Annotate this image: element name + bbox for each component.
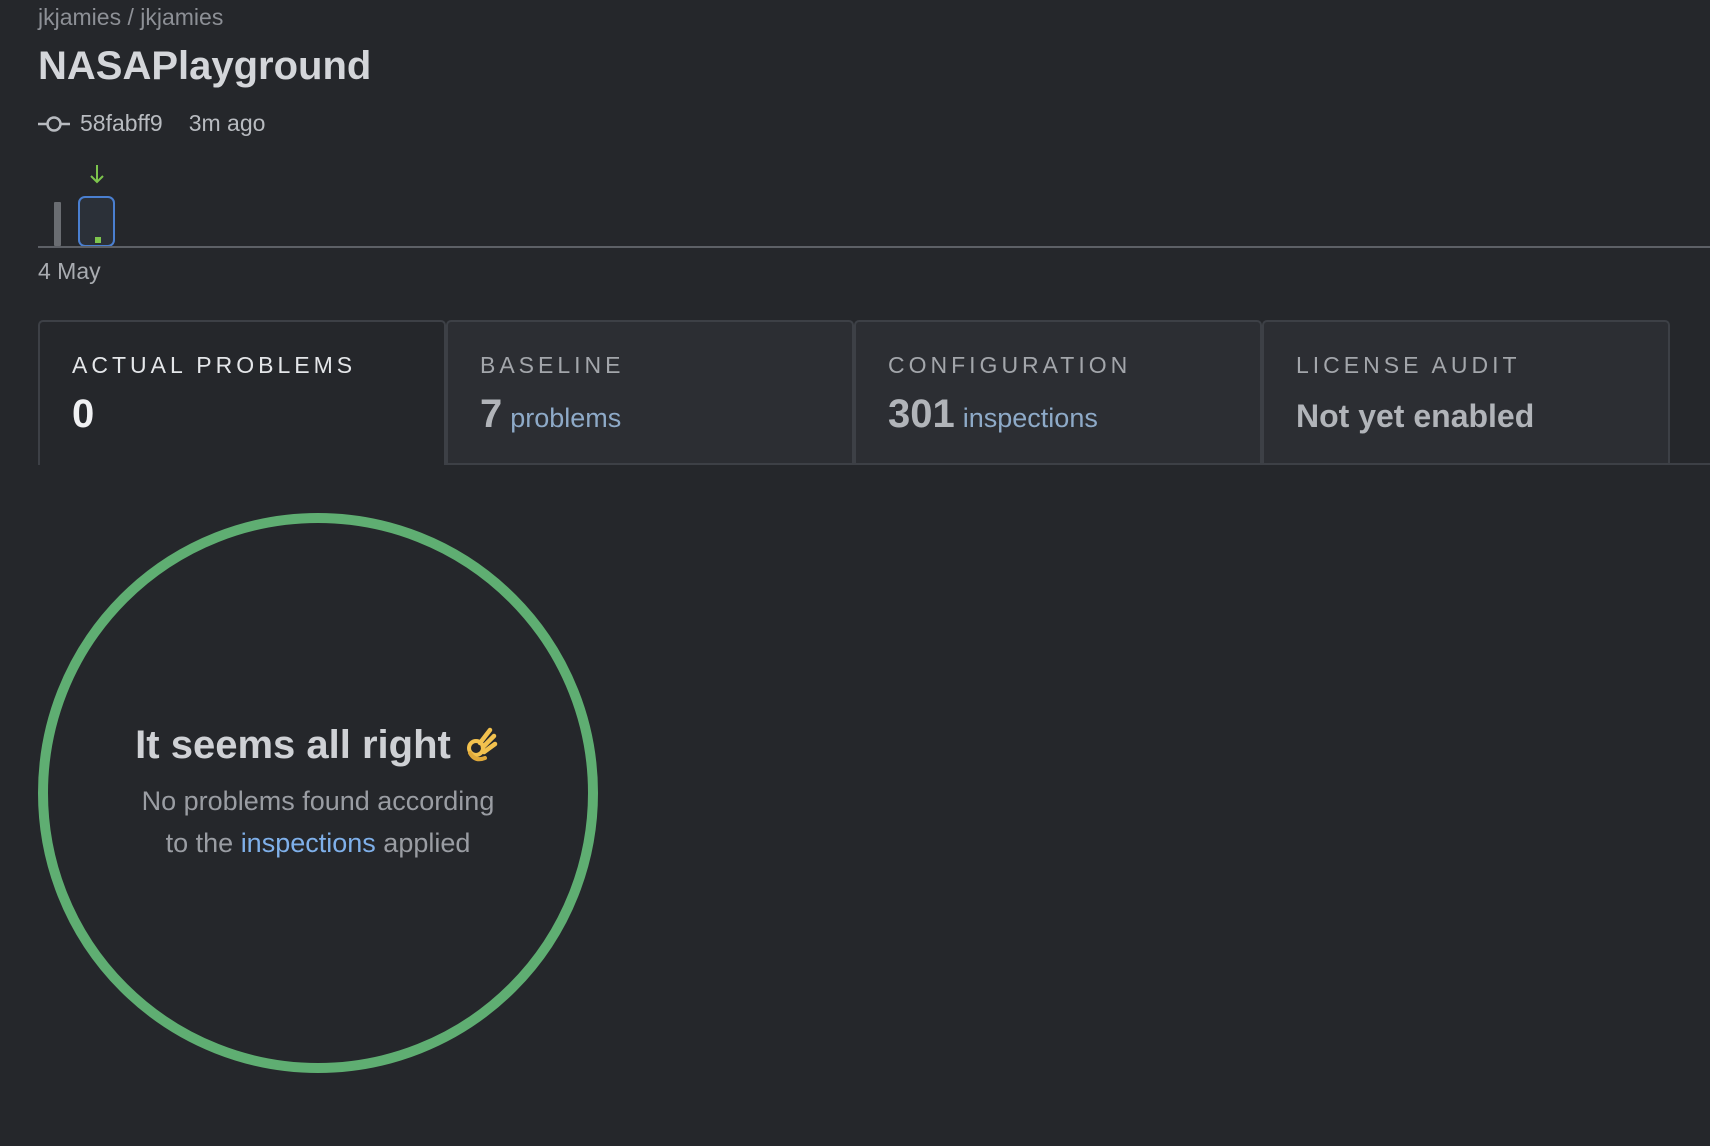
- tab-actual-problems[interactable]: ACTUAL PROBLEMS 0: [38, 320, 446, 465]
- tab-configuration[interactable]: CONFIGURATION 301 inspections: [854, 320, 1262, 465]
- commit-icon: [38, 115, 70, 132]
- inspection-unit: inspections: [962, 403, 1098, 433]
- tab-license-audit[interactable]: LICENSE AUDIT Not yet enabled: [1262, 320, 1670, 465]
- tab-value: 301 inspections: [888, 392, 1098, 437]
- tab-baseline[interactable]: BASELINE 7 problems: [446, 320, 854, 465]
- page-title: NASAPlayground: [38, 44, 372, 88]
- tab-label: BASELINE: [480, 352, 625, 378]
- license-audit-status: Not yet enabled: [1296, 398, 1535, 434]
- summary-tabs: ACTUAL PROBLEMS 0 BASELINE 7 problems CO…: [38, 320, 1710, 465]
- inspections-link[interactable]: inspections: [241, 828, 376, 858]
- status-description-line2: to the inspections applied: [166, 822, 471, 864]
- breadcrumb[interactable]: jkjamies / jkjamies: [38, 4, 223, 31]
- inspection-count: 301: [888, 392, 955, 436]
- arrow-down-icon: [90, 165, 104, 184]
- problem-count: 0: [72, 392, 95, 436]
- commit-timeline: 4 May: [0, 160, 1710, 290]
- tab-value: 7 problems: [480, 392, 621, 437]
- baseline-count: 7: [480, 392, 503, 436]
- status-line2-prefix: to the: [165, 827, 234, 858]
- tab-label: ACTUAL PROBLEMS: [72, 352, 357, 378]
- baseline-unit: problems: [510, 403, 622, 433]
- status-title-text: It seems all right: [135, 722, 451, 767]
- tab-label: LICENSE AUDIT: [1296, 352, 1521, 378]
- commit-time: 3m ago: [188, 110, 266, 136]
- commit-info: 58fabff9 3m ago: [38, 110, 265, 137]
- timeline-bar-selected[interactable]: [78, 196, 115, 247]
- tabs-divider: [446, 463, 1710, 465]
- status-title: It seems all right: [135, 723, 501, 768]
- timeline-axis: [38, 246, 1710, 248]
- timeline-date-label: 4 May: [38, 258, 101, 284]
- timeline-bar-fill: [95, 237, 101, 243]
- commit-hash[interactable]: 58fabff9: [80, 110, 163, 137]
- tab-label: CONFIGURATION: [888, 352, 1132, 378]
- status-line2-suffix: applied: [383, 827, 471, 858]
- status-ring: It seems all right No problems found acc…: [38, 513, 598, 1073]
- ok-hand-icon: [466, 727, 498, 762]
- tab-value: 0: [72, 392, 94, 437]
- status-description-line1: No problems found according: [141, 785, 495, 816]
- timeline-bar-previous[interactable]: [54, 202, 61, 246]
